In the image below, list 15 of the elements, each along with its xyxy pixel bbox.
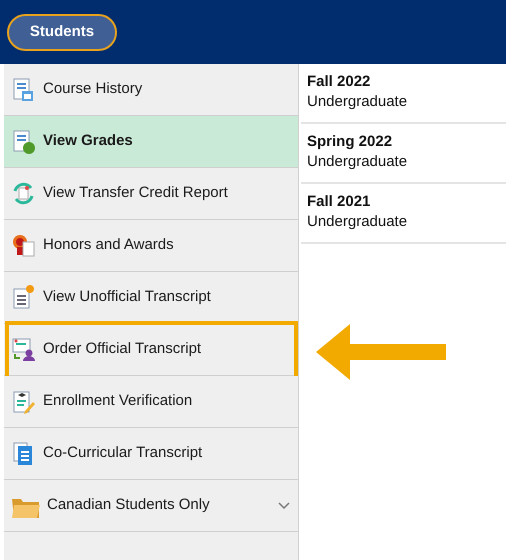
document-pencil-icon bbox=[11, 388, 37, 414]
award-ribbon-icon bbox=[11, 232, 37, 258]
document-star-icon bbox=[11, 284, 37, 310]
students-button[interactable]: Students bbox=[7, 14, 117, 50]
nav-item[interactable]: Enrollment Verification bbox=[4, 376, 298, 428]
term-name: Spring 2022 bbox=[307, 132, 394, 152]
term-name: Fall 2022 bbox=[307, 72, 372, 92]
term-name: Fall 2021 bbox=[307, 192, 372, 212]
career-label: Undergraduate bbox=[307, 212, 408, 232]
career-label: Undergraduate bbox=[307, 92, 408, 112]
nav-item[interactable]: View Grades bbox=[4, 116, 298, 168]
nav-item[interactable]: Order Official Transcript bbox=[4, 324, 298, 376]
list-badge-icon bbox=[11, 128, 37, 154]
career-label: Undergraduate bbox=[307, 152, 408, 172]
document-person-icon bbox=[11, 336, 37, 362]
